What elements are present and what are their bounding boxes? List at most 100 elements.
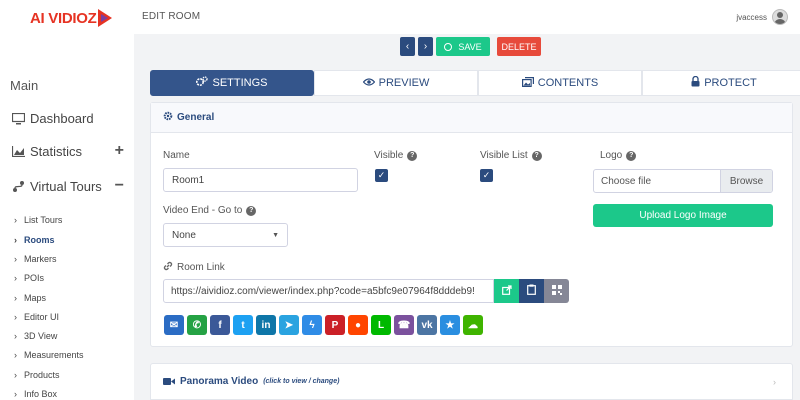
save-button[interactable]: SAVE (436, 37, 490, 56)
chevron-left-icon: ‹ (405, 41, 410, 52)
chevron-right-icon: › (14, 235, 17, 245)
open-link-button[interactable] (494, 279, 519, 303)
tab-preview[interactable]: PREVIEW (314, 70, 478, 96)
sidebar-subitem-pois[interactable]: › POIs (14, 273, 44, 283)
share-wechat-button[interactable]: ☁ (463, 315, 483, 335)
share-telegram-button[interactable]: ➤ (279, 315, 299, 335)
top-bar: EDIT ROOM jvaccess (134, 0, 800, 34)
qrcode-icon (551, 284, 562, 298)
help-icon[interactable]: ? (246, 205, 257, 216)
wechat-icon: ☁ (468, 319, 478, 331)
vk-icon: vk (421, 319, 433, 331)
room-link-input[interactable]: https://aividioz.com/viewer/index.php?co… (163, 279, 494, 303)
panorama-video-card[interactable]: Panorama Video (click to view / change) … (150, 363, 793, 400)
collapse-icon[interactable]: − (115, 177, 124, 195)
sidebar-subitem-editor-ui[interactable]: › Editor UI (14, 312, 59, 322)
action-toolbar: ‹ › SAVE DELETE (400, 37, 541, 56)
sidebar-subitem-rooms[interactable]: › Rooms (14, 235, 55, 245)
subitem-label: Editor UI (24, 312, 60, 322)
file-name: Choose file (601, 175, 652, 187)
next-room-button[interactable]: › (418, 37, 433, 56)
images-icon (521, 76, 534, 90)
panorama-hint: (click to view / change) (263, 378, 340, 385)
video-end-label: Video End - Go to ? (163, 205, 257, 216)
qr-code-button[interactable] (544, 279, 569, 303)
visible-list-checkbox[interactable]: ✓ (480, 169, 493, 182)
sidebar-subitem-products[interactable]: › Products (14, 370, 60, 380)
delete-button[interactable]: DELETE (497, 37, 541, 56)
tab-label: CONTENTS (537, 77, 599, 89)
sidebar-subitem-list-tours[interactable]: › List Tours (14, 215, 62, 225)
visible-list-label-text: Visible List (480, 150, 528, 161)
name-input[interactable]: Room1 (163, 168, 358, 192)
upload-logo-button[interactable]: Upload Logo Image (593, 204, 773, 227)
share-messenger-button[interactable]: ϟ (302, 315, 322, 335)
sidebar-item-statistics[interactable]: Statistics + (10, 142, 124, 160)
subitem-label: 3D View (24, 331, 58, 341)
clipboard-icon (527, 284, 536, 298)
sidebar-item-label: Statistics (30, 143, 83, 159)
avatar[interactable] (772, 9, 788, 25)
user-menu[interactable]: jvaccess (736, 9, 788, 25)
chevron-right-icon: › (14, 293, 17, 303)
sidebar-item-dashboard[interactable]: Dashboard (10, 111, 124, 126)
share-vk-button[interactable]: vk (417, 315, 437, 335)
tab-protect[interactable]: PROTECT (642, 70, 800, 96)
tab-contents[interactable]: CONTENTS (478, 70, 642, 96)
tab-bar: SETTINGS PREVIEW CONTENTS PROTECT (150, 70, 800, 96)
logo-file-input[interactable]: Choose file Browse (593, 169, 773, 193)
share-qzone-button[interactable]: ★ (440, 315, 460, 335)
brand-logo[interactable]: AI VIDIOZ (30, 7, 113, 29)
logo-text: AI VIDIOZ (30, 9, 97, 27)
share-reddit-button[interactable]: ● (348, 315, 368, 335)
share-line-button[interactable]: L (371, 315, 391, 335)
share-linkedin-button[interactable]: in (256, 315, 276, 335)
visible-list-label: Visible List ? (480, 150, 542, 161)
expand-icon[interactable]: + (115, 142, 124, 160)
share-twitter-button[interactable]: t (233, 315, 253, 335)
share-whatsapp-button[interactable]: ✆ (187, 315, 207, 335)
tab-settings[interactable]: SETTINGS (150, 70, 314, 96)
viber-icon: ☎ (397, 319, 411, 331)
share-email-button[interactable]: ✉ (164, 315, 184, 335)
share-viber-button[interactable]: ☎ (394, 315, 414, 335)
sidebar-subitem-maps[interactable]: › Maps (14, 293, 46, 303)
prev-room-button[interactable]: ‹ (400, 37, 415, 56)
save-label: SAVE (458, 41, 482, 52)
monitor-icon (10, 112, 26, 126)
sidebar-subitem-markers[interactable]: › Markers (14, 254, 57, 264)
share-facebook-button[interactable]: f (210, 315, 230, 335)
sidebar-subitem-measurements[interactable]: › Measurements (14, 350, 84, 360)
chevron-right-icon: › (14, 370, 17, 380)
subitem-label: Rooms (24, 235, 55, 245)
share-pinterest-button[interactable]: P (325, 315, 345, 335)
help-icon[interactable]: ? (407, 150, 418, 161)
subitem-label: Measurements (24, 350, 84, 360)
reddit-icon: ● (354, 319, 362, 331)
help-icon[interactable]: ? (531, 150, 542, 161)
twitter-icon: t (241, 319, 245, 331)
video-end-select[interactable]: None ▼ (163, 223, 288, 247)
eye-icon (362, 77, 375, 89)
qzone-icon: ★ (445, 319, 455, 331)
sidebar-subitem-3d-view[interactable]: › 3D View (14, 331, 57, 341)
cogs-icon (196, 76, 209, 90)
visible-checkbox[interactable]: ✓ (375, 169, 388, 182)
play-icon (98, 9, 113, 27)
linkedin-icon: in (261, 319, 271, 331)
whatsapp-icon: ✆ (192, 319, 202, 331)
username: jvaccess (736, 12, 767, 22)
tab-label: SETTINGS (212, 77, 268, 89)
telegram-icon: ➤ (284, 319, 294, 331)
browse-button[interactable]: Browse (720, 170, 772, 192)
logo-label-text: Logo (600, 150, 623, 161)
copy-link-button[interactable] (519, 279, 544, 303)
sidebar-subitem-info-box[interactable]: › Info Box (14, 389, 57, 399)
chevron-right-icon: › (14, 389, 17, 399)
sidebar-item-virtual-tours[interactable]: Virtual Tours − (10, 177, 124, 195)
chevron-right-icon: › (14, 331, 17, 341)
select-value: None (172, 229, 196, 241)
help-icon[interactable]: ? (626, 150, 637, 161)
subitem-label: Markers (24, 254, 57, 264)
subitem-label: Products (24, 370, 60, 380)
